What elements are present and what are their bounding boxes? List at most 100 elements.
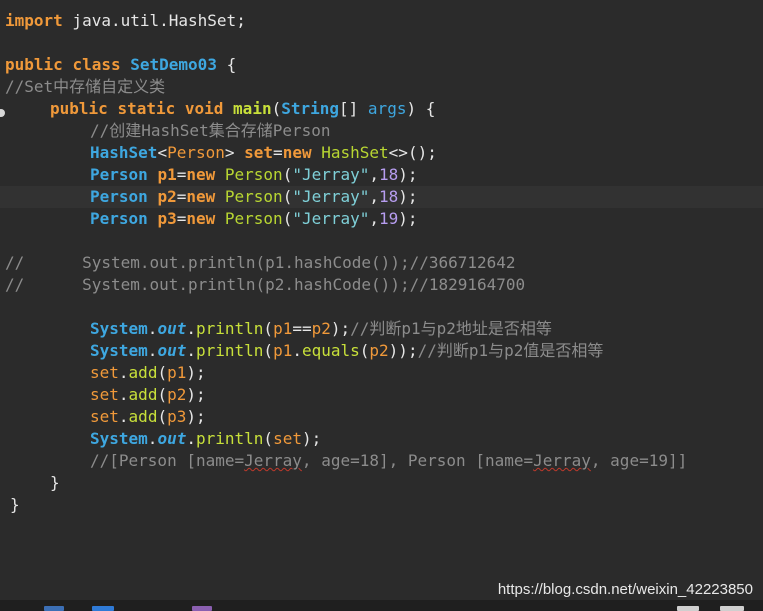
code-line-text: set.add(p3);	[90, 406, 206, 428]
code-token: p1	[273, 341, 293, 360]
code-line[interactable]: System.out.println(set);	[0, 428, 763, 450]
code-line[interactable]: System.out.println(p1==p2);//判断p1与p2地址是否…	[0, 318, 763, 340]
code-line[interactable]: System.out.println(p1.equals(p2));//判断p1…	[0, 340, 763, 362]
code-token: "Jerray"	[292, 209, 370, 228]
code-line-text: System.out.println(p1==p2);//判断p1与p2地址是否…	[90, 318, 552, 340]
code-token: .	[147, 429, 158, 448]
code-line[interactable]: import java.util.HashSet;	[0, 10, 763, 32]
code-line[interactable]: HashSet<Person> set=new HashSet<>();	[0, 142, 763, 164]
code-line[interactable]: }	[0, 472, 763, 494]
code-token: out	[157, 341, 187, 360]
code-line-text: System.out.println(p1.equals(p2));//判断p1…	[90, 340, 603, 362]
code-token: new	[282, 143, 312, 162]
code-token: .	[292, 341, 302, 360]
code-token: set	[90, 385, 119, 404]
code-line-text: Person p1=new Person("Jerray",18);	[90, 164, 418, 186]
code-token: //判断p1与p2值是否相等	[417, 341, 604, 360]
code-token: "Jerray"	[292, 165, 370, 184]
code-token: add	[128, 385, 158, 404]
code-token: );	[301, 429, 322, 448]
code-line-text: public class SetDemo03 {	[5, 54, 236, 76]
taskbar-app-icon[interactable]	[720, 606, 744, 611]
code-line-text: //创建HashSet集合存储Person	[90, 120, 331, 142]
code-token: (	[263, 319, 274, 338]
code-token: out	[157, 319, 187, 338]
code-token: public	[50, 99, 108, 118]
code-token: );	[398, 165, 418, 184]
code-token: .	[186, 341, 196, 360]
code-token: Person	[224, 187, 283, 206]
taskbar-app-icon[interactable]	[44, 606, 64, 611]
code-line[interactable]: }	[0, 494, 763, 516]
code-token: );	[186, 363, 206, 382]
code-line[interactable]: //Set中存储自定义类	[0, 76, 763, 98]
code-token: equals	[301, 341, 360, 360]
code-token: System	[90, 319, 148, 338]
code-token: import	[5, 11, 63, 30]
code-line-text: import java.util.HashSet;	[5, 10, 246, 32]
code-token: }	[10, 495, 20, 514]
code-token: static	[117, 99, 176, 118]
code-token: ,	[369, 165, 380, 184]
code-token: java.util.HashSet;	[62, 11, 246, 30]
code-token: Person	[167, 143, 225, 162]
code-line[interactable]: //创建HashSet集合存储Person	[0, 120, 763, 142]
taskbar	[0, 600, 763, 611]
code-token: SetDemo03	[130, 55, 217, 74]
code-line[interactable]: public static void main(String[] args) {	[0, 98, 763, 120]
code-token: ==	[292, 319, 312, 338]
taskbar-app-icon[interactable]	[192, 606, 212, 611]
code-line-text: Person p3=new Person("Jerray",19);	[90, 208, 418, 230]
code-token: ));	[388, 341, 418, 360]
code-token: []	[339, 99, 368, 118]
code-line-text: //[Person [name=Jerray, age=18], Person …	[90, 450, 687, 472]
code-token: new	[186, 165, 216, 184]
code-token: add	[128, 407, 158, 426]
code-line[interactable]: Person p3=new Person("Jerray",19);	[0, 208, 763, 230]
code-token: ) {	[406, 99, 436, 118]
code-token: >	[224, 143, 245, 162]
code-line[interactable]: // System.out.println(p2.hashCode());//1…	[0, 274, 763, 296]
code-editor[interactable]: import java.util.HashSet; public class Se…	[0, 0, 763, 600]
code-line-text: Person p2=new Person("Jerray",18);	[90, 186, 418, 208]
taskbar-app-icon[interactable]	[92, 606, 114, 611]
code-token: p2	[157, 187, 177, 206]
code-token: , age=18], Person [name=	[301, 451, 534, 470]
code-line[interactable]: set.add(p3);	[0, 406, 763, 428]
code-token: println	[195, 341, 264, 360]
code-line-text: //Set中存储自定义类	[5, 76, 165, 98]
code-token: p2	[311, 319, 331, 338]
code-line[interactable]: // System.out.println(p1.hashCode());//3…	[0, 252, 763, 274]
code-token: System	[90, 429, 148, 448]
code-token: class	[72, 55, 121, 74]
code-token: Person	[90, 209, 148, 228]
code-token: HashSet	[321, 143, 389, 162]
code-line[interactable]: Person p2=new Person("Jerray",18);	[0, 186, 763, 208]
code-token: .	[147, 341, 158, 360]
taskbar-app-icon[interactable]	[677, 606, 699, 611]
code-token: .	[186, 319, 196, 338]
code-line[interactable]: set.add(p1);	[0, 362, 763, 384]
code-token: 18	[379, 187, 399, 206]
code-token: , age=19]]	[590, 451, 688, 470]
code-line[interactable]: set.add(p2);	[0, 384, 763, 406]
code-token: .	[147, 319, 158, 338]
code-line-text: }	[50, 472, 60, 494]
code-token: new	[186, 187, 216, 206]
code-line[interactable]: public class SetDemo03 {	[0, 54, 763, 76]
code-token: String	[281, 99, 340, 118]
code-line[interactable]: //[Person [name=Jerray, age=18], Person …	[0, 450, 763, 472]
code-token: Person	[90, 165, 148, 184]
code-line[interactable]: Person p1=new Person("Jerray",18);	[0, 164, 763, 186]
code-token: ,	[369, 187, 380, 206]
watermark-url: https://blog.csdn.net/weixin_42223850	[497, 581, 753, 598]
code-token: void	[184, 99, 224, 118]
